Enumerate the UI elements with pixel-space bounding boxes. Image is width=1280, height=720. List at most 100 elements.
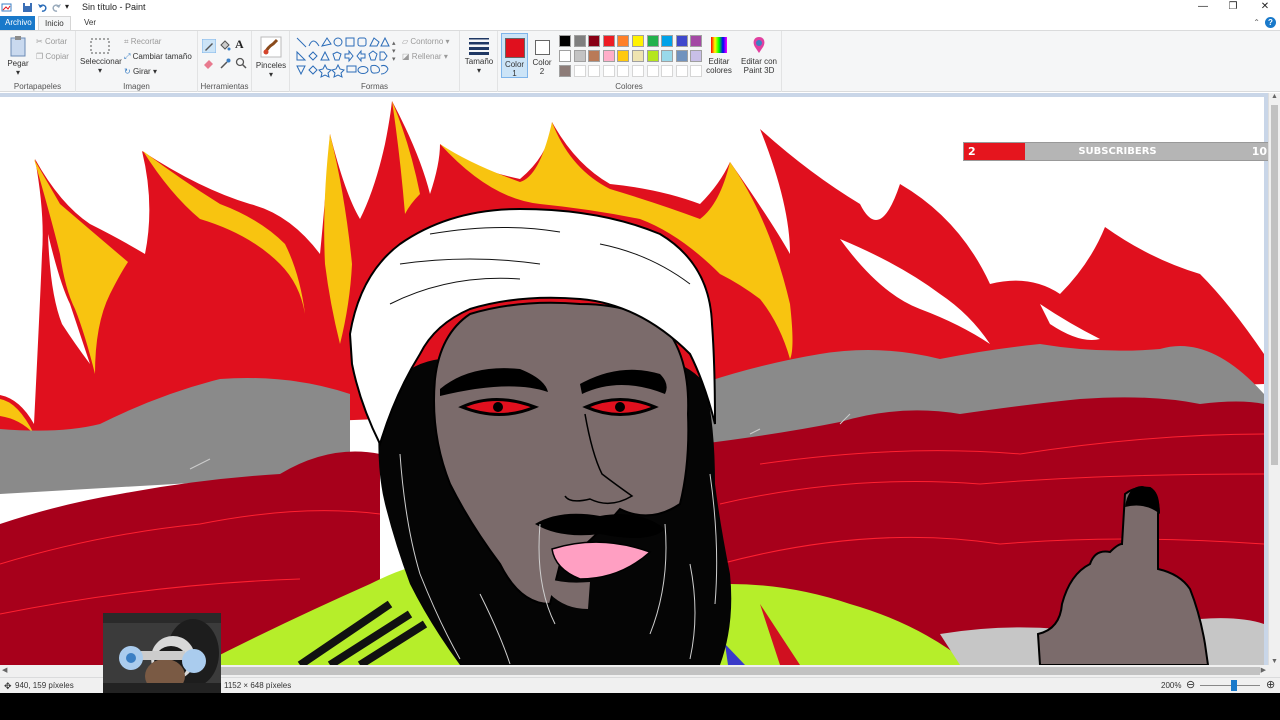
editar-colores-button[interactable]: Editar colores — [704, 35, 734, 75]
girar-button[interactable]: ↻ Girar ▾ — [124, 67, 157, 76]
scroll-down-icon[interactable]: ▼ — [1271, 658, 1278, 665]
subscriber-goal-count: 10 — [1251, 145, 1267, 158]
palette-swatch[interactable] — [632, 35, 644, 47]
rellenar-label: Rellenar — [411, 52, 442, 61]
magnifier-icon[interactable] — [235, 57, 248, 70]
brush-icon — [260, 36, 282, 58]
palette-swatch[interactable] — [617, 65, 630, 77]
copiar-button[interactable]: ❐ Copiar — [36, 52, 69, 61]
palette-swatch[interactable] — [690, 35, 703, 47]
outline-icon: ▱ — [402, 37, 409, 46]
palette-swatch[interactable] — [588, 65, 601, 77]
quick-access-dropdown-icon[interactable]: ▾ — [65, 2, 69, 11]
redo-icon[interactable] — [51, 2, 62, 13]
girar-label: Girar — [132, 67, 151, 76]
palette-swatch[interactable] — [646, 35, 659, 47]
tab-archivo[interactable]: Archivo — [0, 16, 35, 30]
palette-swatch[interactable] — [661, 50, 674, 62]
palette-swatch[interactable] — [602, 35, 615, 47]
tamano-button[interactable]: Tamaño ▾ — [462, 37, 496, 75]
undo-icon[interactable] — [37, 2, 48, 13]
tab-ver[interactable]: Ver — [78, 16, 102, 30]
palette-swatch[interactable] — [588, 35, 601, 47]
color2-swatch — [534, 40, 550, 55]
group-imagen: Seleccionar ▾ ⌗ Recortar ⤢ Cambiar tamaño… — [76, 31, 198, 92]
save-icon[interactable] — [22, 2, 33, 13]
scroll-corner — [1268, 665, 1280, 677]
cortar-button[interactable]: ✂ Cortar — [36, 37, 67, 46]
color-wheel-icon — [711, 37, 727, 53]
rellenar-button[interactable]: ◪ Rellenar ▾ — [402, 52, 448, 61]
editar-colores-label: Editar colores — [706, 57, 732, 75]
palette-swatch[interactable] — [661, 35, 674, 47]
minimize-button[interactable]: — — [1188, 0, 1218, 16]
palette-swatch[interactable] — [602, 50, 615, 62]
color1-number: 1 — [512, 69, 517, 78]
restore-button[interactable]: ❐ — [1218, 0, 1248, 16]
zoom-slider-thumb[interactable] — [1231, 680, 1237, 691]
cortar-label: Cortar — [44, 37, 68, 46]
webcam-overlay — [103, 613, 221, 693]
palette-swatch[interactable] — [632, 50, 644, 62]
horizontal-scroll-thumb[interactable] — [220, 667, 1260, 675]
palette-swatch[interactable] — [559, 50, 571, 62]
collapse-ribbon-icon[interactable]: ⌃ — [1253, 18, 1260, 27]
palette-swatch[interactable] — [661, 65, 674, 77]
vertical-scroll-thumb[interactable] — [1271, 105, 1278, 465]
palette-swatch[interactable] — [675, 35, 688, 47]
palette-swatch[interactable] — [559, 65, 571, 77]
vertical-scrollbar[interactable]: ▲ ▼ — [1268, 93, 1280, 665]
palette-swatch[interactable] — [602, 65, 615, 77]
group-portapapeles: Pegar ▾ ✂ Cortar ❐ Copiar Portapapeles — [0, 31, 76, 92]
palette-swatch[interactable] — [573, 65, 586, 77]
pupil-left — [493, 402, 503, 412]
zoom-in-button[interactable]: ⊕ — [1266, 678, 1275, 691]
paint3d-icon — [753, 37, 765, 53]
tab-inicio[interactable]: Inicio — [38, 16, 71, 30]
palette-swatch[interactable] — [559, 35, 571, 47]
scroll-up-icon[interactable]: ▲ — [1271, 93, 1278, 100]
palette-swatch[interactable] — [573, 50, 586, 62]
zoom-slider-track[interactable] — [1200, 685, 1260, 686]
palette-swatch[interactable] — [646, 50, 659, 62]
zoom-out-button[interactable]: ⊖ — [1186, 678, 1195, 691]
color2-button[interactable]: Color 2 — [530, 33, 554, 78]
color-picker-icon[interactable] — [219, 57, 232, 70]
palette-swatch[interactable] — [690, 50, 703, 62]
painting[interactable] — [0, 97, 1264, 665]
scroll-left-icon[interactable]: ◀ — [2, 666, 7, 674]
palette-swatch[interactable] — [675, 50, 688, 62]
recortar-button[interactable]: ⌗ Recortar — [124, 37, 161, 47]
pegar-button[interactable]: Pegar ▾ — [4, 35, 32, 77]
palette-swatch[interactable] — [617, 50, 630, 62]
text-tool-icon[interactable]: A — [235, 37, 244, 52]
editar-paint3d-label: Editar con Paint 3D — [740, 57, 778, 75]
seleccionar-button[interactable]: Seleccionar ▾ — [80, 37, 122, 75]
palette-swatch[interactable] — [573, 35, 586, 47]
palette-swatch[interactable] — [690, 65, 703, 77]
scroll-right-icon[interactable]: ▶ — [1261, 666, 1266, 674]
window-title: Sin título - Paint — [82, 2, 146, 12]
shapes-scroll-icon[interactable]: ▴ ▾ ▾ — [392, 39, 396, 63]
palette-swatch[interactable] — [646, 65, 659, 77]
pinceles-button[interactable]: Pinceles ▾ — [254, 35, 288, 79]
palette-swatch[interactable] — [675, 65, 688, 77]
drawing-canvas[interactable] — [0, 97, 1264, 665]
shapes-gallery[interactable] — [295, 36, 391, 78]
palette-swatch[interactable] — [632, 65, 644, 77]
contorno-button[interactable]: ▱ Contorno ▾ — [402, 37, 450, 46]
palette-swatch[interactable] — [617, 35, 630, 47]
help-icon[interactable]: ? — [1265, 17, 1276, 28]
close-button[interactable]: ✕ — [1250, 0, 1280, 16]
palette-swatch[interactable] — [588, 50, 601, 62]
color1-button[interactable]: Color 1 — [501, 33, 528, 78]
editar-paint3d-button[interactable]: Editar con Paint 3D — [738, 35, 780, 75]
group-herramientas: A Herramientas — [198, 31, 252, 92]
recortar-label: Recortar — [130, 37, 162, 46]
pencil-icon[interactable] — [202, 39, 216, 53]
cambiar-tamano-button[interactable]: ⤢ Cambiar tamaño — [124, 52, 192, 62]
pupil-right — [615, 402, 625, 412]
eraser-icon[interactable] — [202, 57, 215, 70]
color1-swatch — [504, 38, 525, 58]
fill-bucket-icon[interactable] — [218, 39, 231, 52]
